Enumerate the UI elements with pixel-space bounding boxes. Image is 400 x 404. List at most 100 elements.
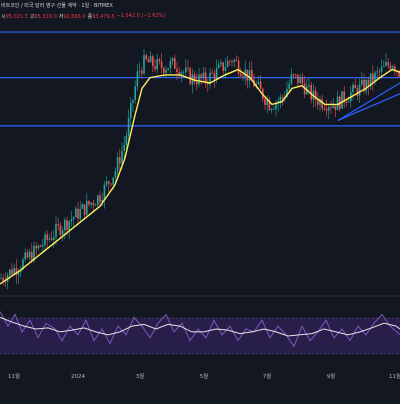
x-axis-tick-label: 2024 bbox=[71, 374, 85, 380]
candle-body bbox=[97, 195, 99, 205]
candle-body bbox=[92, 202, 95, 206]
candle-body bbox=[163, 67, 165, 73]
chart-root[interactable]: 11월 2024 3월 5월 7월 9월 11월 bbox=[0, 0, 400, 400]
candle-body bbox=[308, 84, 310, 87]
candle-body bbox=[66, 220, 68, 230]
candle-body bbox=[103, 184, 106, 200]
x-axis-tick-label: 5월 bbox=[200, 372, 209, 380]
candle-body bbox=[323, 108, 326, 110]
candle-body bbox=[231, 61, 233, 63]
candle-body bbox=[112, 177, 114, 185]
candle-body bbox=[83, 204, 86, 215]
candle-body bbox=[57, 223, 59, 226]
candle-body bbox=[233, 59, 235, 62]
candle-body bbox=[24, 252, 26, 260]
candle-body bbox=[149, 56, 152, 63]
x-axis-tick-label: 11월 bbox=[8, 372, 20, 380]
candle-body bbox=[160, 61, 163, 68]
candle-body bbox=[352, 84, 354, 93]
x-axis-tick-label: 7월 bbox=[263, 372, 272, 380]
candle-body bbox=[240, 73, 242, 76]
candle-body bbox=[279, 96, 282, 102]
candle-body bbox=[61, 230, 64, 236]
candle-body bbox=[174, 58, 176, 69]
candle-body bbox=[116, 157, 119, 172]
candle-body bbox=[347, 101, 350, 103]
candle-body bbox=[259, 81, 262, 89]
candle-body bbox=[77, 208, 79, 219]
candle-body bbox=[165, 69, 167, 73]
candle-body bbox=[50, 238, 53, 240]
ohlc-field: 고95,319.0 bbox=[29, 14, 57, 20]
candle-body bbox=[336, 96, 339, 111]
candle-body bbox=[196, 82, 198, 85]
candle-body bbox=[341, 91, 343, 109]
candle-body bbox=[37, 245, 40, 249]
candle-body bbox=[143, 55, 145, 74]
candle-body bbox=[229, 60, 231, 62]
x-axis-tick-label: 11월 bbox=[389, 372, 400, 380]
symbol-title[interactable]: 비트코인 / 미국 달러 영구 선물 계약 · 1일 · BITMEX bbox=[1, 3, 113, 9]
candle-body bbox=[358, 84, 361, 96]
candle-body bbox=[123, 144, 125, 151]
x-axis-tick-label: 3월 bbox=[136, 372, 145, 380]
candle-body bbox=[301, 76, 304, 84]
candle-body bbox=[169, 61, 172, 69]
candle-body bbox=[325, 108, 328, 111]
candle-body bbox=[53, 237, 55, 240]
candle-body bbox=[202, 72, 205, 79]
ohlc-row: 시95,021.5 고95,319.0 저92,665.0 종93,479.5 −1,5… bbox=[1, 13, 165, 20]
candle-body bbox=[345, 102, 348, 104]
candle-body bbox=[72, 217, 75, 220]
candle-body bbox=[365, 79, 367, 92]
candle-body bbox=[145, 55, 147, 60]
candle-body bbox=[119, 157, 121, 164]
candle-body bbox=[383, 65, 385, 67]
ohlc-field: 저92,665.0 bbox=[58, 14, 86, 20]
candle-body bbox=[0, 278, 2, 279]
ohlc-field: 시95,021.5 bbox=[1, 14, 28, 20]
candle-body bbox=[44, 234, 46, 246]
candle-body bbox=[317, 99, 319, 105]
candle-body bbox=[86, 200, 88, 215]
candle-body bbox=[185, 67, 187, 73]
candle-body bbox=[26, 252, 29, 258]
candle-body bbox=[94, 204, 97, 206]
candle-body bbox=[11, 269, 13, 275]
candle-body bbox=[361, 79, 363, 85]
candle-body bbox=[242, 75, 244, 77]
candle-body bbox=[114, 171, 117, 178]
candle-body bbox=[158, 59, 161, 62]
candle-body bbox=[35, 245, 37, 249]
candle-body bbox=[121, 150, 123, 164]
candle-body bbox=[70, 219, 73, 222]
price-chart-svg[interactable]: 11월 2024 3월 5월 7월 9월 11월 bbox=[0, 0, 400, 400]
x-axis-tick-label: 9월 bbox=[327, 372, 336, 380]
candle-body bbox=[187, 67, 189, 69]
candle-body bbox=[257, 81, 260, 84]
candle-body bbox=[46, 234, 48, 240]
candle-body bbox=[251, 69, 253, 80]
candle-body bbox=[110, 183, 112, 185]
candle-body bbox=[79, 208, 81, 219]
candle-body bbox=[356, 88, 359, 96]
candle-body bbox=[354, 84, 356, 89]
candle-body bbox=[372, 73, 374, 82]
candle-body bbox=[334, 105, 337, 111]
candle-body bbox=[132, 100, 134, 103]
candle-body bbox=[64, 220, 66, 231]
candle-body bbox=[105, 181, 108, 185]
candle-body bbox=[378, 71, 381, 73]
candle-body bbox=[88, 200, 90, 205]
candle-body bbox=[237, 60, 240, 74]
candle-body bbox=[75, 208, 77, 218]
candle-body bbox=[90, 202, 92, 205]
candle-body bbox=[154, 66, 156, 70]
candle-body bbox=[28, 251, 31, 258]
candle-body bbox=[299, 76, 301, 84]
candle-body bbox=[99, 195, 101, 202]
oscillator-band bbox=[0, 318, 400, 354]
candle-body bbox=[235, 59, 238, 61]
candle-body bbox=[81, 204, 84, 209]
candle-body bbox=[295, 74, 297, 76]
